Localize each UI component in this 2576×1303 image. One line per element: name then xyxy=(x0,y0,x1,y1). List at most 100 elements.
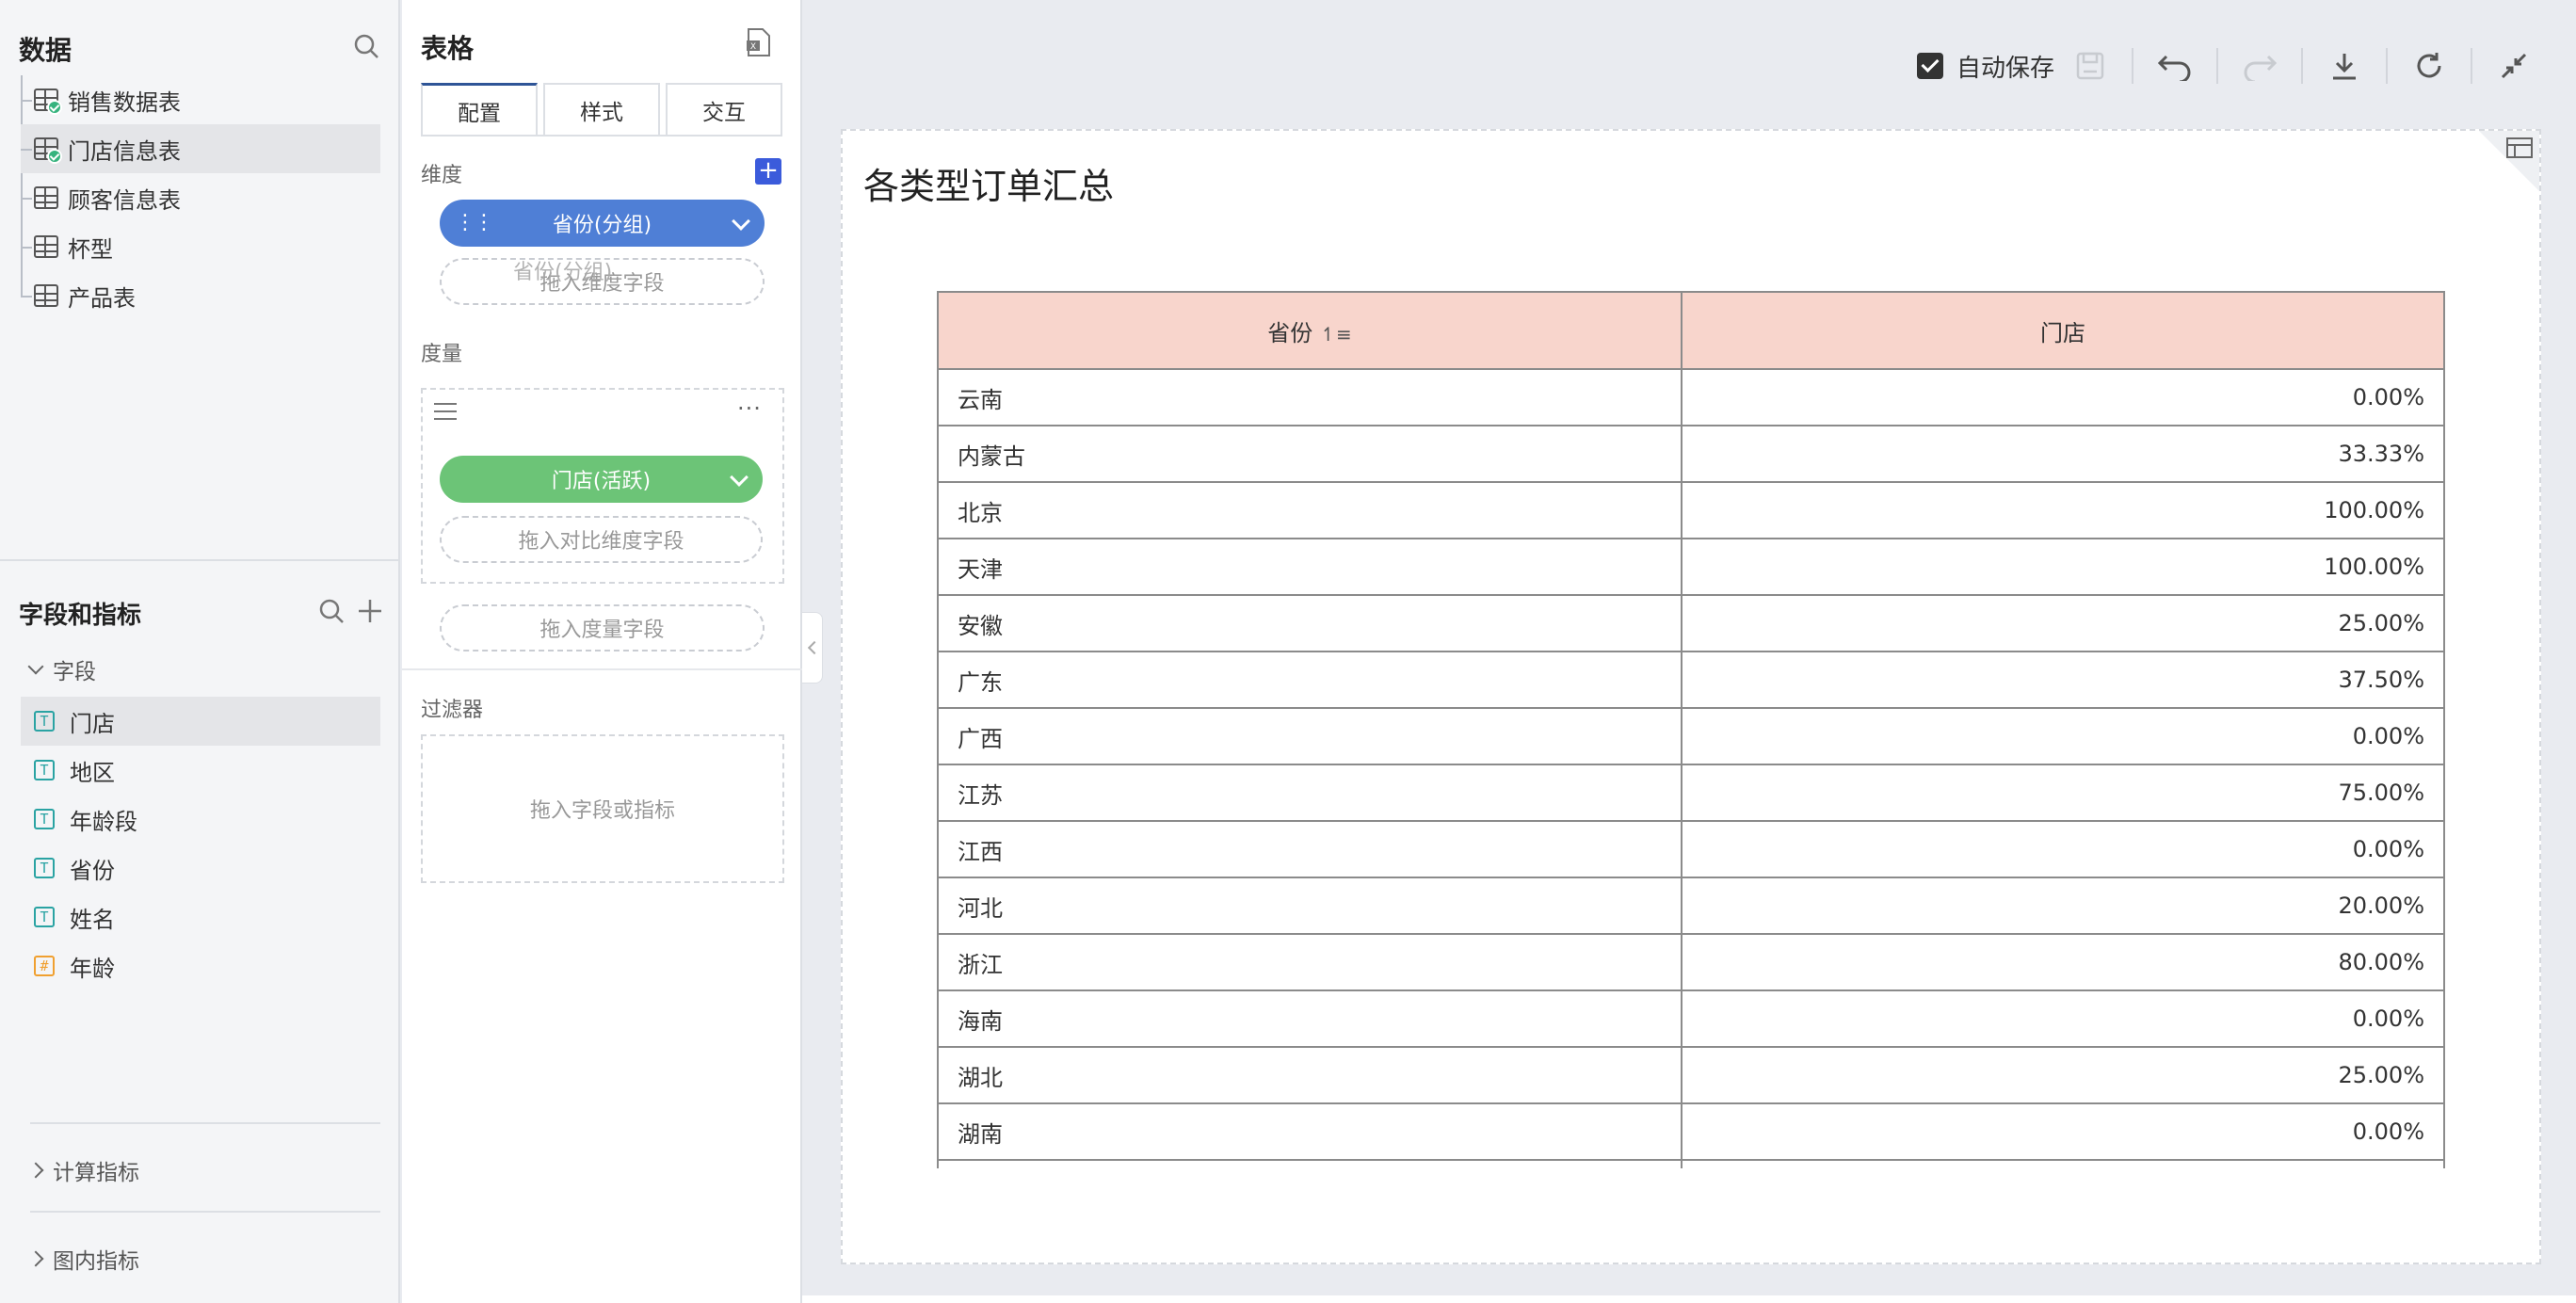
table-item-stores[interactable]: 门店信息表 xyxy=(21,124,380,173)
text-type-icon: T xyxy=(34,760,55,780)
table-item-products[interactable]: 产品表 xyxy=(21,271,380,320)
cell-province: 天津 xyxy=(937,538,1682,596)
more-icon[interactable]: ··· xyxy=(737,395,762,422)
table-icon xyxy=(34,284,58,307)
collapse-icon xyxy=(2501,53,2527,79)
cell-value: 0.00% xyxy=(1681,820,2445,878)
field-item-age[interactable]: # 年龄 xyxy=(21,941,380,990)
cell-value: 0.00% xyxy=(1681,1102,2445,1161)
table-row: 北京 100.00% xyxy=(937,481,2445,539)
text-type-icon: T xyxy=(34,858,55,878)
export-excel-icon[interactable]: X xyxy=(743,26,775,58)
redo-button[interactable] xyxy=(2231,40,2288,92)
cell-value: 75.00% xyxy=(1681,764,2445,822)
cell-value: 20.00% xyxy=(1681,877,2445,935)
chart-card[interactable]: 各类型订单汇总 省份 ↿≡ 门店 云南 0.00% 内蒙古 33.33% 北京 100.… xyxy=(841,129,2541,1264)
field-label: 年龄段 xyxy=(70,808,137,835)
field-label: 门店 xyxy=(70,710,115,737)
chevron-down-icon[interactable] xyxy=(730,468,749,487)
table-row: 河北 20.00% xyxy=(937,877,2445,935)
cell-province: 湖北 xyxy=(937,1046,1682,1104)
cell-value: 0.00% xyxy=(1681,368,2445,426)
table-tree: 销售数据表 门店信息表 顾客信息表 杯型 产品表 xyxy=(21,75,380,320)
panel-divider xyxy=(402,668,802,670)
refresh-button[interactable] xyxy=(2401,40,2457,92)
fields-panel-title: 字段和指标 xyxy=(19,602,142,630)
field-item-region[interactable]: T 地区 xyxy=(21,746,380,795)
table-item-cup-type[interactable]: 杯型 xyxy=(21,222,380,271)
tabs-underline xyxy=(421,135,782,137)
field-item-name[interactable]: T 姓名 xyxy=(21,893,380,941)
chevron-down-icon[interactable] xyxy=(732,212,750,231)
cell-province: 河北 xyxy=(937,877,1682,935)
collapse-panel-handle[interactable] xyxy=(802,612,823,684)
compare-drop-label: 拖入对比维度字段 xyxy=(518,530,684,554)
list-icon[interactable] xyxy=(434,403,457,420)
cell-province: 江苏 xyxy=(937,764,1682,822)
field-item-store[interactable]: T 门店 xyxy=(21,697,380,746)
table-row xyxy=(937,1159,2445,1168)
filter-drop-zone[interactable]: 拖入字段或指标 xyxy=(421,734,784,883)
save-icon xyxy=(2076,52,2104,80)
filter-drop-label: 拖入字段或指标 xyxy=(529,799,675,823)
download-icon xyxy=(2333,54,2356,80)
undo-button[interactable] xyxy=(2147,40,2203,92)
chevron-right-icon xyxy=(27,1162,44,1179)
cell-province: 内蒙古 xyxy=(937,425,1682,483)
table-icon xyxy=(34,186,58,209)
dragging-ghost: 省份(分组) xyxy=(513,261,613,284)
cell-value: 25.00% xyxy=(1681,1046,2445,1104)
filter-label: 过滤器 xyxy=(421,699,484,722)
field-item-province[interactable]: T 省份 xyxy=(21,844,380,893)
cell-province: 湖南 xyxy=(937,1102,1682,1161)
checkbox-checked-icon[interactable] xyxy=(1916,53,1943,79)
column-header-store[interactable]: 门店 xyxy=(1681,291,2445,370)
table-item-label: 顾客信息表 xyxy=(68,186,181,214)
save-button[interactable] xyxy=(2062,40,2118,92)
measure-pill[interactable]: 门店(活跃) xyxy=(440,456,763,503)
exit-fullscreen-button[interactable] xyxy=(2486,40,2542,92)
table-row: 海南 0.00% xyxy=(937,989,2445,1048)
search-fields-icon[interactable] xyxy=(315,595,347,627)
panel-divider xyxy=(0,559,400,561)
toolbar-separator xyxy=(2216,48,2218,84)
dimension-label: 维度 xyxy=(421,164,463,187)
calc-metrics-toggle[interactable]: 计算指标 xyxy=(27,1154,139,1186)
compare-drop-zone[interactable]: 拖入对比维度字段 xyxy=(440,516,763,563)
autosave-toggle[interactable]: 自动保存 xyxy=(1916,49,2054,84)
section-divider xyxy=(30,1122,380,1124)
card-settings-icon[interactable] xyxy=(2479,131,2539,191)
search-icon[interactable] xyxy=(350,30,382,62)
field-list: T 门店 T 地区 T 年龄段 T 省份 T 姓名 # 年龄 xyxy=(21,697,380,990)
add-icon[interactable] xyxy=(354,595,386,627)
table-item-label: 产品表 xyxy=(68,284,136,312)
download-button[interactable] xyxy=(2316,40,2373,92)
tab-config[interactable]: 配置 xyxy=(421,83,538,136)
drag-handle-icon[interactable]: ⋮⋮ xyxy=(455,211,494,234)
add-dimension-icon[interactable]: + xyxy=(755,158,781,185)
table-row: 江苏 75.00% xyxy=(937,764,2445,822)
tab-style[interactable]: 样式 xyxy=(543,83,660,136)
column-header-province[interactable]: 省份 ↿≡ xyxy=(937,291,1682,370)
column-header-label: 门店 xyxy=(2040,319,2085,346)
measure-drop-zone[interactable]: 拖入度量字段 xyxy=(440,604,765,652)
section-divider xyxy=(30,1211,380,1213)
cell-province: 广西 xyxy=(937,707,1682,765)
check-status-icon xyxy=(47,100,62,115)
cell-province: 广东 xyxy=(937,651,1682,709)
cell-value: 33.33% xyxy=(1681,425,2445,483)
dimension-pill[interactable]: ⋮⋮ 省份(分组) xyxy=(440,200,765,247)
number-type-icon: # xyxy=(34,956,55,976)
table-viewport: 各类型订单汇总 省份 ↿≡ 门店 云南 0.00% 内蒙古 33.33% 北京 100.… xyxy=(843,131,2543,1168)
table-item-customers[interactable]: 顾客信息表 xyxy=(21,173,380,222)
refresh-icon xyxy=(2417,53,2441,78)
fields-group-toggle[interactable]: 字段 xyxy=(27,653,96,685)
sort-ascending-icon[interactable]: ↿≡ xyxy=(1320,323,1352,346)
table-item-sales[interactable]: 销售数据表 xyxy=(21,75,380,124)
card-title: 各类型订单汇总 xyxy=(863,166,1115,207)
chart-metrics-toggle[interactable]: 图内指标 xyxy=(27,1243,139,1275)
tab-interaction[interactable]: 交互 xyxy=(666,83,782,136)
calc-metrics-label: 计算指标 xyxy=(53,1161,139,1185)
field-item-age-group[interactable]: T 年龄段 xyxy=(21,795,380,844)
fields-group-label: 字段 xyxy=(53,660,96,684)
